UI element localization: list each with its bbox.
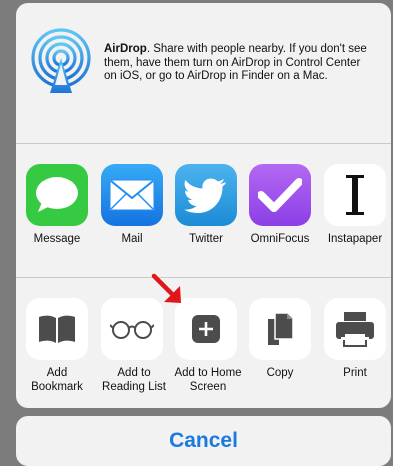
action-add-to-home-screen[interactable]: Add to Home Screen (170, 298, 242, 394)
app-label: OmniFocus (250, 233, 310, 245)
app-label: Instapaper (327, 233, 383, 245)
print-icon (324, 298, 386, 360)
app-omnifocus[interactable]: OmniFocus (244, 164, 316, 247)
app-label: Mail (121, 233, 143, 245)
airdrop-section[interactable]: AirDrop. Share with people nearby. If yo… (16, 3, 391, 144)
copy-icon (249, 298, 311, 360)
app-instapaper[interactable]: Instapaper (319, 164, 391, 247)
action-label: Add to Reading List (96, 367, 168, 394)
action-copy[interactable]: Copy (244, 298, 316, 381)
share-apps-row: Message Mail Twitter OmniFocus Instapape… (16, 144, 391, 278)
bookmark-icon (26, 298, 88, 360)
app-mail[interactable]: Mail (96, 164, 168, 247)
action-label: Add to Home Screen (170, 367, 242, 394)
app-label: Message (33, 233, 81, 245)
action-label: Add Bookmark (21, 367, 93, 394)
airdrop-icon (31, 28, 91, 97)
action-add-bookmark[interactable]: Add Bookmark (21, 298, 93, 394)
message-icon (26, 164, 88, 226)
action-label-text: Add to Home Screen (174, 367, 242, 393)
twitter-icon (175, 164, 237, 226)
airdrop-title: AirDrop (104, 43, 147, 55)
action-print[interactable]: Print (319, 298, 391, 381)
action-label-text: Add Bookmark (31, 367, 83, 393)
app-label: Twitter (189, 233, 223, 245)
mail-icon (101, 164, 163, 226)
cancel-button[interactable]: Cancel (16, 416, 391, 466)
app-message[interactable]: Message (21, 164, 93, 247)
red-arrow-annotation (151, 273, 181, 303)
action-label-text: Add to Reading List (102, 367, 166, 393)
airdrop-description: AirDrop. Share with people nearby. If yo… (104, 43, 372, 84)
action-label: Print (343, 367, 367, 379)
action-add-to-reading-list[interactable]: Add to Reading List (96, 298, 168, 394)
omnifocus-icon (249, 164, 311, 226)
share-sheet: AirDrop. Share with people nearby. If yo… (16, 3, 391, 408)
app-twitter[interactable]: Twitter (170, 164, 242, 247)
action-label: Copy (266, 367, 294, 379)
share-actions-row: Add Bookmark Add to Reading List Add to … (16, 278, 391, 408)
instapaper-icon (324, 164, 386, 226)
